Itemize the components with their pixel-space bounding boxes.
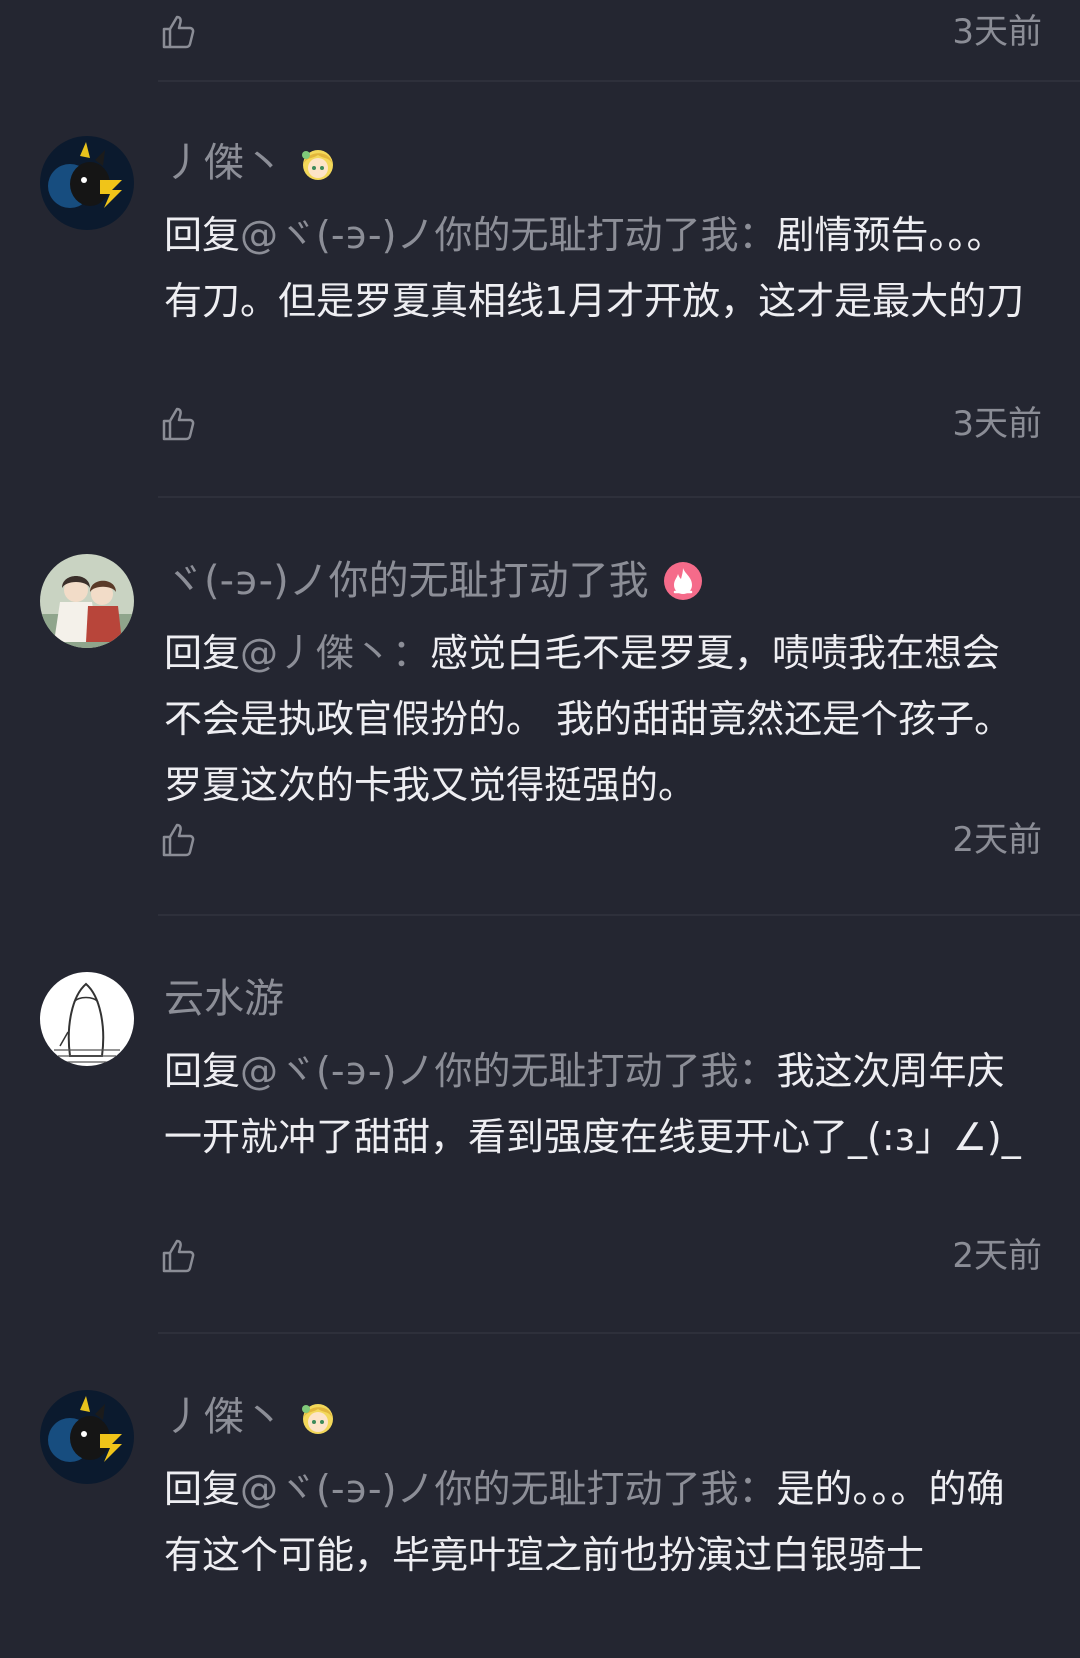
user-avatar[interactable] <box>40 1390 134 1484</box>
anime-couple-avatar <box>40 554 134 648</box>
thumbs-up-icon <box>162 823 195 857</box>
comment-item: 云水游 回复@ヾ(-϶-)ノ你的无耻打动了我：我这次周年庆一开就冲了甜甜，看到强… <box>0 972 1080 1332</box>
comment-time: 2天前 <box>952 820 1042 860</box>
user-avatar[interactable] <box>40 972 134 1066</box>
reply-prefix: 回复 <box>164 213 241 257</box>
comment-header: 云水游 <box>164 974 284 1024</box>
thumbs-up-icon <box>162 407 195 441</box>
username[interactable]: 云水游 <box>164 974 284 1024</box>
divider <box>158 914 1080 916</box>
comment-time: 2天前 <box>952 1236 1042 1276</box>
reply-prefix: 回复 <box>164 1467 241 1511</box>
pikachu-avatar <box>40 1390 134 1484</box>
anime-girl-badge-icon <box>302 1404 333 1434</box>
reply-mention[interactable]: @ヾ(-϶-)ノ你的无耻打动了我： <box>240 1049 776 1093</box>
like-button[interactable] <box>158 12 198 52</box>
reply-mention[interactable]: @ヾ(-϶-)ノ你的无耻打动了我： <box>240 213 776 257</box>
white-sketch-avatar <box>40 972 134 1066</box>
comment-body: 回复@丿傑丶：感觉白毛不是罗夏，啧啧我在想会不会是执政官假扮的。 我的甜甜竟然还… <box>164 620 1034 818</box>
reply-mention[interactable]: @ヾ(-϶-)ノ你的无耻打动了我： <box>240 1467 776 1511</box>
user-avatar[interactable] <box>40 136 134 230</box>
comment-time: 3天前 <box>952 12 1042 52</box>
comment-body: 回复@ヾ(-϶-)ノ你的无耻打动了我：剧情预告。。。有刀。但是罗夏真相线1月才开… <box>164 202 1034 334</box>
username[interactable]: ヾ(-϶-)ノ你的无耻打动了我 <box>164 556 649 606</box>
comment-time: 3天前 <box>952 404 1042 444</box>
anime-girl-badge-icon <box>302 150 333 180</box>
comment-feed: 3天前 丿傑丶 回复@ヾ(-϶-)ノ你的无耻打动了我：剧情预告。。。有刀。但是罗… <box>0 0 1080 1658</box>
comment-item: 丿傑丶 回复@ヾ(-϶-)ノ你的无耻打动了我：是的。。。的确有这个可能，毕竟叶瑄… <box>0 1390 1080 1658</box>
user-avatar[interactable] <box>40 554 134 648</box>
comment-item: ヾ(-϶-)ノ你的无耻打动了我 回复@丿傑丶：感觉白毛不是罗夏，啧啧我在想会不会… <box>0 554 1080 914</box>
divider <box>158 1332 1080 1334</box>
username[interactable]: 丿傑丶 <box>164 138 284 188</box>
divider <box>158 80 1080 82</box>
pikachu-avatar <box>40 136 134 230</box>
like-button[interactable] <box>158 404 198 444</box>
previous-comment-footer: 3天前 <box>0 0 1080 80</box>
comment-body: 回复@ヾ(-϶-)ノ你的无耻打动了我：我这次周年庆一开就冲了甜甜，看到强度在线更… <box>164 1038 1034 1170</box>
flame-badge-icon <box>663 562 702 600</box>
comment-header: ヾ(-϶-)ノ你的无耻打动了我 <box>164 556 703 606</box>
comment-header: 丿傑丶 <box>164 1392 338 1442</box>
thumbs-up-icon <box>162 15 195 49</box>
like-button[interactable] <box>158 820 198 860</box>
divider <box>158 496 1080 498</box>
comment-item: 丿傑丶 回复@ヾ(-϶-)ノ你的无耻打动了我：剧情预告。。。有刀。但是罗夏真相线… <box>0 136 1080 496</box>
reply-mention[interactable]: @丿傑丶： <box>240 631 430 675</box>
comment-header: 丿傑丶 <box>164 138 338 188</box>
reply-prefix: 回复 <box>164 1049 241 1093</box>
username[interactable]: 丿傑丶 <box>164 1392 284 1442</box>
like-button[interactable] <box>158 1236 198 1276</box>
reply-prefix: 回复 <box>164 631 241 675</box>
thumbs-up-icon <box>162 1239 195 1273</box>
comment-body: 回复@ヾ(-϶-)ノ你的无耻打动了我：是的。。。的确有这个可能，毕竟叶瑄之前也扮… <box>164 1456 1034 1588</box>
